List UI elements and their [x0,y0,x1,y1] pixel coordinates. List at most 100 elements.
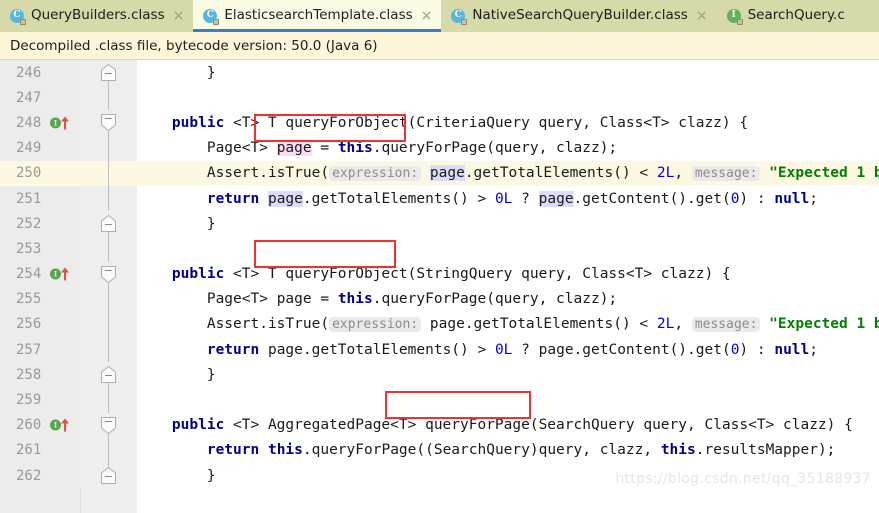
fold-cell[interactable] [80,211,137,237]
fold-cell[interactable] [80,261,137,287]
code-token-string: "Expected 1 b [769,316,879,333]
fold-cell[interactable] [80,286,137,312]
fold-open-marker[interactable] [101,265,116,283]
code-token-identifier-page: page [276,140,312,157]
code-token-keyword: null [774,341,810,358]
code-line[interactable]: 255 Page<T> page = this .queryForPage(que… [0,286,879,312]
tab-close-icon[interactable]: × [694,9,708,23]
code-line[interactable]: 251 return page .getTotalElements() > 0L … [0,185,879,212]
java-class-icon: C [451,8,468,25]
tab-close-icon[interactable]: × [171,9,185,23]
implementing-method-gutter-icon[interactable]: I [50,267,72,281]
line-number: 257 [16,341,42,358]
editor-tab-elasticsearchtemplate[interactable]: C ElasticsearchTemplate.class × [193,0,442,32]
code-rows: 246 } 247 248 I public <T> T queryForObj… [0,60,879,489]
fold-close-marker[interactable] [101,467,116,484]
fold-cell[interactable] [80,85,137,111]
fold-cell[interactable] [80,387,137,413]
code-line[interactable]: 258 } [0,362,879,388]
line-number-cell: 251 [0,185,80,212]
code-line[interactable]: 246 } [0,60,879,86]
line-number: 261 [16,442,42,459]
fold-cell[interactable] [80,311,137,338]
fold-close-marker[interactable] [101,64,116,81]
code-token-param-criteriaquery: CriteriaQuery query, [416,114,591,131]
code-token: , [674,316,684,333]
code-line[interactable]: 259 [0,387,879,413]
code-token: .getContent().get( [573,341,731,358]
code-text: } [137,362,879,388]
ide-window: C QueryBuilders.class × C ElasticsearchT… [0,0,879,513]
fold-close-marker[interactable] [101,215,116,233]
fold-open-marker[interactable] [101,114,116,132]
editor-tab-querybuilders[interactable]: C QueryBuilders.class × [0,0,193,32]
fold-cell[interactable] [80,236,137,262]
line-number-cell: 254 I [0,261,80,287]
code-line-current[interactable]: 250 Assert.isTrue(expression: page .getTo… [0,160,879,186]
notification-text: Decompiled .class file, bytecode version… [10,37,378,54]
editor-tab-searchquery[interactable]: I SearchQuery.c [717,0,854,32]
line-number: 246 [16,64,42,81]
code-text: } [137,60,879,86]
code-token: .getTotalElements() < [464,165,657,182]
code-text: Assert.isTrue(expression: page .getTotalE… [137,311,879,338]
code-token-keyword: return [206,442,260,459]
code-line[interactable]: 253 [0,236,879,262]
line-number-cell: 250 [0,160,80,186]
code-token: .queryForPage(query, clazz); [372,291,618,308]
tab-close-icon[interactable]: × [419,9,433,23]
code-line[interactable]: 254 I public <T> T queryForObject(String… [0,261,879,287]
code-token-number: 2L [656,165,675,182]
line-number-cell: 260 I [0,412,80,438]
code-line[interactable]: 248 I public <T> T queryForObject(Criter… [0,110,879,136]
fold-open-marker[interactable] [101,416,116,434]
code-token-keyword: this [267,442,303,459]
code-token-keyword: this [660,442,696,459]
code-text [137,236,879,262]
parameter-hint-message: message: [691,165,761,181]
line-number: 259 [16,392,42,409]
code-line[interactable]: 249 Page<T> page = this .queryForPage(que… [0,135,879,161]
code-token: } [137,366,216,383]
fold-cell[interactable] [80,412,137,438]
watermark: https://blog.csdn.net/qq_35188937 [615,471,871,487]
fold-cell[interactable] [80,160,137,186]
code-line[interactable]: 247 [0,85,879,111]
fold-cell[interactable] [80,337,137,363]
java-class-icon: C [10,8,26,25]
code-token-keyword: return [206,190,260,207]
implementing-method-gutter-icon[interactable]: I [50,116,72,130]
code-token-keyword: null [774,190,810,207]
fold-cell[interactable] [80,362,137,388]
code-token-keyword: return [206,341,260,358]
implementing-method-gutter-icon[interactable]: I [50,418,72,432]
code-token-keyword: this [337,291,373,308]
editor-tab-label: SearchQuery.c [747,7,845,24]
fold-cell[interactable] [80,185,137,212]
line-number-cell: 262 [0,463,80,489]
code-line[interactable]: 260 I public <T> AggregatedPage<T> query… [0,412,879,438]
fold-close-marker[interactable] [101,366,116,384]
code-editor[interactable]: 246 } 247 248 I public <T> T queryForObj… [0,60,879,513]
fold-cell[interactable] [80,60,137,86]
code-text: Page<T> page = this .queryForPage(query, … [137,135,879,161]
fold-cell[interactable] [80,110,137,136]
code-line[interactable]: 256 Assert.isTrue(expression: page .getTo… [0,311,879,338]
code-text: public <T> AggregatedPage<T> queryForPag… [137,412,879,438]
code-line[interactable]: 257 return page .getTotalElements() > 0L … [0,337,879,363]
code-token: ? [512,190,539,207]
code-text: return this .queryForPage((SearchQuery)qu… [137,437,879,463]
code-text: return page .getTotalElements() > 0L ? pa… [137,185,879,212]
code-line[interactable]: 252 } [0,211,879,237]
line-number: 249 [16,140,42,157]
line-number-cell: 252 [0,211,80,237]
code-token: .getContent().get( [573,190,731,207]
code-line[interactable]: 261 return this .queryForPage((SearchQuer… [0,437,879,463]
code-token: = [311,140,338,157]
fold-cell[interactable] [80,135,137,161]
fold-cell[interactable] [80,463,137,489]
editor-tab-nativesearchquerybuilder[interactable]: C NativeSearchQueryBuilder.class × [441,0,716,32]
fold-cell[interactable] [80,437,137,463]
